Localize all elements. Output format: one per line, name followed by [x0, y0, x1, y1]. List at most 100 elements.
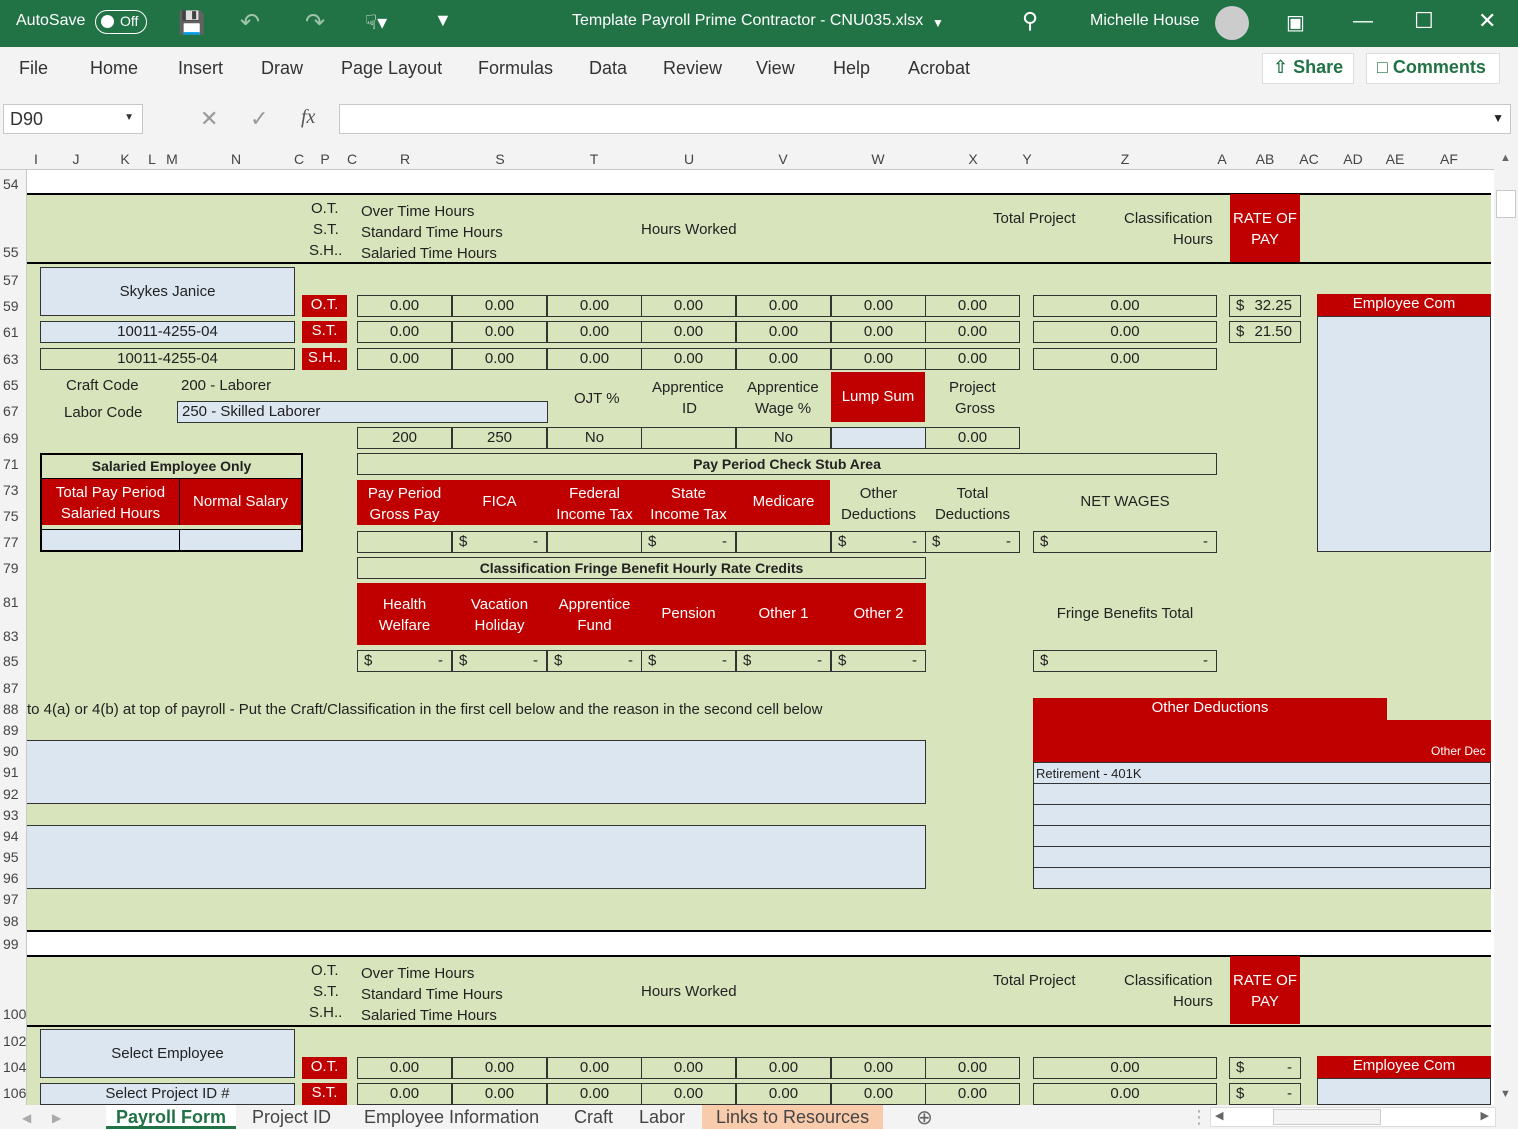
col-header[interactable]: AD [1343, 151, 1362, 167]
tab-page-layout[interactable]: Page Layout [341, 58, 442, 79]
row-header[interactable]: 57 [3, 272, 19, 288]
tab-review[interactable]: Review [663, 58, 722, 79]
row-header[interactable]: 88 [3, 701, 19, 717]
col-header[interactable]: S [495, 151, 504, 167]
hours-cell[interactable]: 0.00 [547, 1057, 642, 1079]
hours-cell[interactable]: 0.00 [736, 348, 831, 370]
row-header[interactable]: 93 [3, 807, 19, 823]
hours-cell[interactable]: 0.00 [452, 348, 547, 370]
tab-help[interactable]: Help [833, 58, 870, 79]
row-header[interactable]: 106 [3, 1085, 26, 1101]
total-hours-cell[interactable]: 0.00 [1033, 1083, 1217, 1105]
vertical-scrollbar[interactable]: ▲ ▼ [1494, 148, 1518, 1105]
row-header[interactable]: 63 [3, 351, 19, 367]
col-header[interactable]: AF [1440, 151, 1458, 167]
row-header[interactable]: 90 [3, 743, 19, 759]
scroll-down-icon[interactable]: ▼ [1500, 1088, 1511, 1100]
exception-craft-box[interactable] [27, 740, 926, 804]
col-header[interactable]: R [400, 151, 410, 167]
tab-home[interactable]: Home [90, 58, 138, 79]
minimize-icon[interactable]: — [1353, 10, 1373, 33]
deduction-row[interactable] [1033, 805, 1491, 826]
col-header[interactable]: A [1217, 151, 1226, 167]
row-header[interactable]: 102 [3, 1033, 26, 1049]
stub-total-cell[interactable]: $ - [925, 531, 1020, 553]
expand-formula-icon[interactable]: ▼ [1492, 111, 1504, 125]
title-dropdown-icon[interactable]: ▼ [932, 16, 944, 30]
hours-cell[interactable]: 0.00 [547, 321, 642, 343]
project-id-cell-2[interactable]: 10011-4255-04 [40, 348, 295, 370]
deduction-row[interactable] [1033, 847, 1491, 868]
select-employee-cell[interactable]: Select Employee [40, 1029, 295, 1078]
chevron-down-icon[interactable]: ▼ [124, 112, 134, 123]
tab-insert[interactable]: Insert [178, 58, 223, 79]
col-header[interactable]: AE [1386, 151, 1405, 167]
hours-cell[interactable]: 0.00 [831, 1057, 926, 1079]
hours-cell[interactable]: 0.00 [547, 1083, 642, 1105]
sheet-tab-links-to-resources[interactable]: Links to Resources [702, 1105, 884, 1129]
formula-input[interactable]: ▼ [339, 104, 1511, 134]
customize-qat-icon[interactable]: ▼ [434, 10, 452, 31]
row-header[interactable]: 59 [3, 298, 19, 314]
total-hours-cell[interactable]: 0.00 [1033, 321, 1217, 343]
scroll-thumb[interactable] [1496, 190, 1516, 218]
search-icon[interactable]: ⚲ [1022, 8, 1038, 34]
row-header[interactable]: 97 [3, 891, 19, 907]
hours-cell[interactable]: 0.00 [925, 1057, 1020, 1079]
hours-cell[interactable]: 0.00 [547, 348, 642, 370]
rate-st-cell[interactable]: $ - [1229, 1083, 1301, 1105]
hours-cell[interactable]: 0.00 [357, 348, 452, 370]
hours-cell[interactable]: 0.00 [452, 1057, 547, 1079]
hours-cell[interactable]: 0.00 [831, 295, 926, 317]
ojt-cell[interactable]: No [547, 427, 642, 449]
col-header[interactable]: L [148, 151, 156, 167]
tab-data[interactable]: Data [589, 58, 627, 79]
row-header[interactable]: 104 [3, 1059, 26, 1075]
project-id-cell[interactable]: 10011-4255-04 [40, 321, 295, 343]
fringe-other2-cell[interactable]: $ - [831, 650, 926, 672]
row-header[interactable]: 75 [3, 508, 19, 524]
name-box[interactable]: D90 ▼ [3, 104, 143, 134]
col-header[interactable]: V [778, 151, 787, 167]
save-icon[interactable]: 💾 [178, 10, 205, 36]
stub-state-cell[interactable]: $ - [641, 531, 736, 553]
hscroll-thumb[interactable] [1273, 1109, 1381, 1125]
hours-cell[interactable]: 0.00 [357, 295, 452, 317]
col-header[interactable]: K [120, 151, 129, 167]
stub-gross-cell[interactable] [357, 531, 452, 553]
col-header[interactable]: N [231, 151, 241, 167]
hours-cell[interactable]: 0.00 [736, 1083, 831, 1105]
hours-cell[interactable]: 0.00 [357, 321, 452, 343]
hours-cell[interactable]: 0.00 [641, 1057, 736, 1079]
share-button[interactable]: ⇧ Share [1262, 53, 1354, 84]
row-header[interactable]: 77 [3, 534, 19, 550]
row-header[interactable]: 73 [3, 482, 19, 498]
total-hours-cell[interactable]: 0.00 [1033, 295, 1217, 317]
total-hours-cell[interactable]: 0.00 [1033, 348, 1217, 370]
stub-other-cell[interactable]: $ - [831, 531, 926, 553]
employee-comments-box[interactable] [1317, 1078, 1491, 1105]
col-header[interactable]: AC [1299, 151, 1318, 167]
tab-file[interactable]: File [19, 58, 48, 79]
tab-acrobat[interactable]: Acrobat [908, 58, 970, 79]
undo-icon[interactable]: ↶ [240, 8, 260, 37]
col-header[interactable]: Z [1121, 151, 1130, 167]
fringe-other1-cell[interactable]: $ - [736, 650, 831, 672]
autosave-toggle[interactable]: Off [95, 10, 147, 34]
labor-code-field[interactable]: 250 - Skilled Laborer [177, 401, 548, 423]
row-header[interactable]: 98 [3, 913, 19, 929]
col-header[interactable]: AB [1256, 151, 1275, 167]
employee-name-cell[interactable]: Skykes Janice [40, 267, 295, 316]
deduction-row[interactable] [1033, 868, 1491, 889]
stub-medicare-cell[interactable] [736, 531, 831, 553]
insert-function-icon[interactable]: fx [301, 106, 315, 129]
hours-cell[interactable]: 0.00 [452, 321, 547, 343]
touch-mode-icon[interactable]: ☟▾ [365, 10, 387, 35]
maximize-icon[interactable]: ☐ [1414, 8, 1434, 34]
hours-cell[interactable]: 0.00 [641, 1083, 736, 1105]
fringe-apprentice-cell[interactable]: $ - [547, 650, 642, 672]
hours-cell[interactable]: 0.00 [925, 348, 1020, 370]
horizontal-scrollbar[interactable]: ◀ ▶ [1210, 1107, 1496, 1127]
scroll-left-icon[interactable]: ◀ [1215, 1109, 1223, 1122]
fringe-pension-cell[interactable]: $ - [641, 650, 736, 672]
